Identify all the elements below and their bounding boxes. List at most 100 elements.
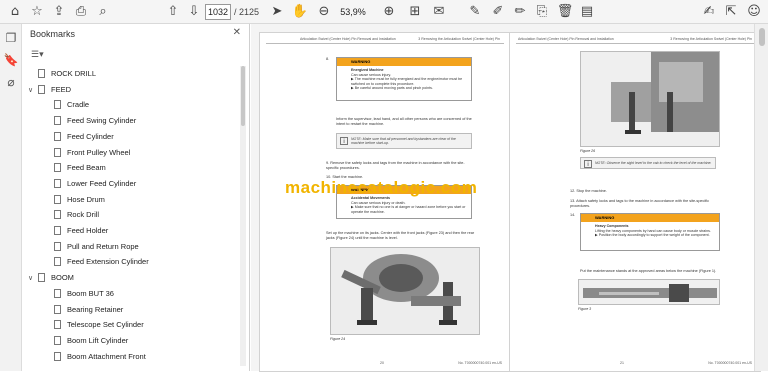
- figure-stands: [578, 279, 720, 305]
- bookmark-icon: [54, 335, 61, 345]
- scrollbar-thumb[interactable]: [241, 66, 245, 126]
- bookmark-label: Telescope Set Cylinder: [67, 320, 144, 330]
- bookmark-label: Hose Drum: [67, 194, 105, 204]
- pdf-page-right: Articulation Swivel (Center Hole) Pin Re…: [509, 32, 761, 372]
- page-number: 21: [620, 361, 624, 365]
- bookmark-item[interactable]: Boom Lift Cylinder: [44, 333, 128, 348]
- bookmark-icon: [38, 84, 45, 94]
- bookmark-item[interactable]: Feed Beam: [44, 160, 106, 175]
- page-number: 20: [380, 361, 384, 365]
- note-box: i NOTE: Make sure that all personnel and…: [336, 133, 472, 149]
- scrollbar-thumb[interactable]: [759, 28, 765, 46]
- page-total: / 2125: [234, 7, 260, 17]
- paragraph: Inform the supervisor, lead hand, and al…: [336, 117, 472, 126]
- bookmark-icon: [54, 241, 61, 251]
- bookmark-item[interactable]: Cradle: [44, 97, 89, 112]
- warning-line: ▶ The machine must be fully energized an…: [351, 77, 463, 86]
- bookmark-label: Pull and Return Rope: [67, 241, 139, 251]
- bookmark-star-icon[interactable]: ☆: [28, 3, 46, 21]
- close-icon[interactable]: ✕: [233, 27, 241, 38]
- bookmark-label: Feed Beam: [67, 163, 106, 173]
- search-icon[interactable]: ⌕: [94, 3, 112, 21]
- figure-caption: Figure 24: [330, 337, 346, 341]
- attachments-icon[interactable]: ⌀: [3, 74, 19, 90]
- step-text: 13. Attach safety locks and tags to the …: [570, 199, 710, 208]
- fit-page-icon[interactable]: ⊞: [406, 3, 424, 21]
- bookmark-label: Front Pulley Wheel: [67, 147, 131, 157]
- bookmark-item[interactable]: ∨ FEED: [28, 82, 71, 97]
- bookmark-item[interactable]: Feed Holder: [44, 223, 108, 238]
- bookmark-item[interactable]: Hose Drum: [44, 192, 105, 207]
- bookmark-item[interactable]: Front Pulley Wheel: [44, 145, 130, 160]
- bookmark-icon: [54, 226, 61, 235]
- bookmarks-scrollbar[interactable]: [240, 66, 246, 366]
- zoom-out-icon[interactable]: ⊖: [315, 3, 333, 21]
- document-scrollbar[interactable]: [754, 24, 768, 371]
- delete-icon[interactable]: 🗑: [556, 3, 574, 21]
- warning-line: ▶ Be careful around moving parts and pin…: [351, 86, 433, 91]
- bookmark-item[interactable]: Boom BUT 36: [44, 286, 114, 301]
- account-icon[interactable]: ☺: [745, 3, 763, 21]
- bookmark-icon: [54, 210, 61, 220]
- page-header-right: 3 Removing the Articulation Swivel (Cent…: [670, 37, 752, 41]
- pdf-page-left: Articulation Swivel (Center Hole) Pin Re…: [259, 32, 511, 372]
- doc-number: No. T000000740.001 en-US: [458, 361, 502, 365]
- page-thumbnails-icon[interactable]: ❐: [3, 30, 19, 46]
- note-text: NOTE: Observe the sight level to the cab…: [595, 161, 712, 165]
- page-down-icon[interactable]: ⇩: [185, 3, 203, 21]
- bookmark-item[interactable]: Feed Extension Cylinder: [44, 254, 149, 269]
- select-cursor-icon[interactable]: ➤: [268, 3, 286, 21]
- comment-icon[interactable]: ✉: [430, 3, 448, 21]
- bookmark-item[interactable]: Telescope Set Cylinder: [44, 317, 144, 332]
- bookmark-item[interactable]: ∨ BOOM: [28, 270, 74, 285]
- bookmark-icon: [54, 257, 61, 267]
- print-icon[interactable]: ⎙: [72, 3, 90, 21]
- note-box: i NOTE: Observe the sight level to the c…: [580, 157, 716, 169]
- bookmark-item[interactable]: Bearing Retainer: [44, 302, 123, 317]
- draw-icon[interactable]: ✏: [511, 3, 529, 21]
- page-number-input[interactable]: 1032: [205, 4, 231, 20]
- page-header-left: Articulation Swivel (Center Hole) Pin Re…: [300, 37, 396, 41]
- bookmark-icon: [54, 194, 61, 204]
- bookmark-label: Boom Attachment Front: [67, 351, 146, 361]
- share-icon[interactable]: ⇱: [722, 3, 740, 21]
- pen-icon[interactable]: ✎: [466, 3, 484, 21]
- figure-caption: Figure 26: [580, 149, 596, 153]
- highlight-icon[interactable]: ✐: [489, 3, 507, 21]
- home-icon[interactable]: ⌂: [6, 3, 24, 21]
- expand-toggle-icon[interactable]: ∨: [28, 271, 38, 286]
- warning-title: WARNING: [337, 58, 471, 66]
- zoom-in-icon[interactable]: ⊕: [380, 3, 398, 21]
- bookmark-icon: [54, 351, 61, 361]
- bookmarks-icon[interactable]: 🔖: [3, 52, 19, 68]
- expand-toggle-icon[interactable]: ∨: [28, 83, 38, 98]
- bookmark-item[interactable]: Pull and Return Rope: [44, 239, 139, 254]
- bookmark-icon: [54, 288, 61, 298]
- stamp-icon[interactable]: ⎘: [533, 3, 551, 21]
- file-icon[interactable]: ▤: [578, 3, 596, 21]
- paragraph: Put the maintenance stands at the approv…: [580, 269, 717, 273]
- bookmark-list: ROCK DRILL ∨ FEED Cradle Feed Swing Cylinder…: [22, 66, 240, 371]
- bookmark-label: Feed Cylinder: [67, 131, 114, 141]
- bookmark-item[interactable]: Boom Attachment Front: [44, 349, 146, 364]
- bookmark-item[interactable]: Feed Cylinder: [44, 129, 114, 144]
- zoom-level[interactable]: 53,9%: [335, 4, 371, 20]
- bookmark-label: Feed Holder: [67, 226, 109, 235]
- figure-caption: Figure 3: [578, 307, 592, 311]
- bookmark-icon: [54, 320, 61, 330]
- bookmark-item[interactable]: Rock Drill: [44, 207, 99, 222]
- page-up-icon[interactable]: ⇧: [164, 3, 182, 21]
- bookmark-item[interactable]: Lower Feed Cylinder: [44, 176, 136, 191]
- bookmarks-panel: Bookmarks ✕ ☰▾ ROCK DRILL ∨ FEED Cradle Feed…: [22, 24, 250, 371]
- bookmark-label: Boom Lift Cylinder: [67, 335, 129, 345]
- navigation-rail: ❐ 🔖 ⌀: [0, 24, 22, 371]
- page-header-left: Articulation Swivel (Center Hole) Pin Re…: [518, 37, 614, 41]
- bookmark-options-icon[interactable]: ☰▾: [30, 48, 52, 62]
- sign-icon[interactable]: ✍: [700, 3, 718, 21]
- info-icon: i: [340, 137, 348, 145]
- hand-tool-icon[interactable]: ✋: [291, 3, 309, 21]
- upload-icon[interactable]: ⇪: [50, 3, 68, 21]
- bookmark-icon: [54, 304, 61, 314]
- bookmark-item[interactable]: Feed Swing Cylinder: [44, 113, 136, 128]
- bookmark-item[interactable]: ROCK DRILL: [28, 66, 96, 81]
